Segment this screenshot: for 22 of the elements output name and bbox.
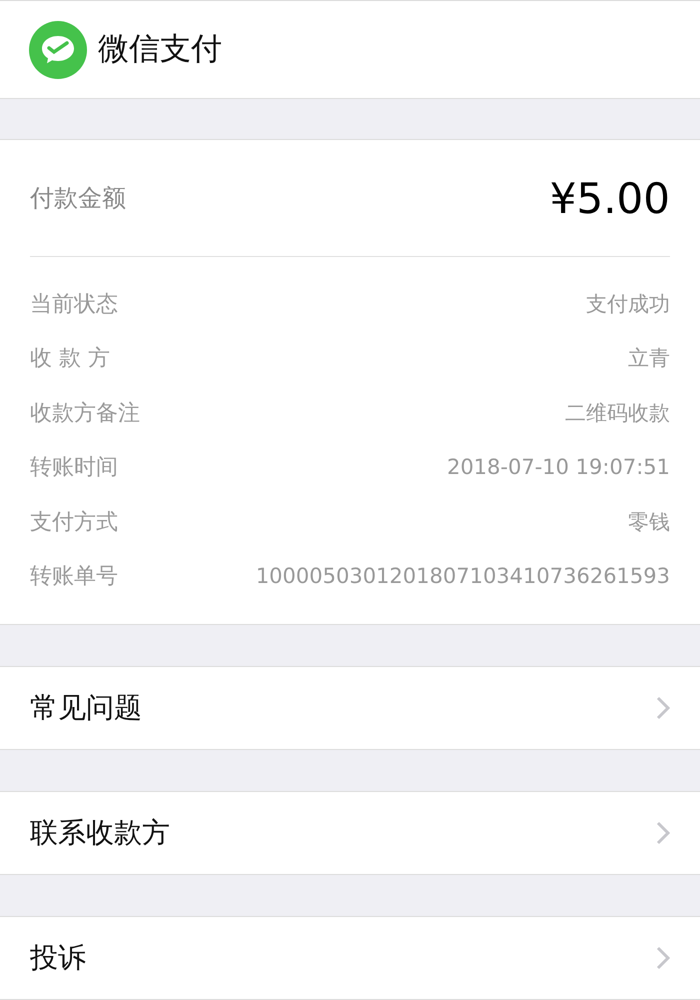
detail-label: 转账时间 <box>30 454 118 482</box>
detail-label: 收款方备注 <box>30 400 140 428</box>
detail-label: 支付方式 <box>30 508 118 537</box>
detail-value: 支付成功 <box>586 290 670 318</box>
menu-item[interactable]: 联系收款方 <box>0 791 700 875</box>
menu-item[interactable]: 投诉 <box>0 916 700 1000</box>
detail-label: 收 款 方 <box>30 345 110 374</box>
detail-value: 立青 <box>628 345 670 372</box>
detail-value: 二维码收款 <box>565 400 670 426</box>
detail-value: 1000050301201807103410736261593 <box>256 563 670 590</box>
chevron-right-icon <box>656 696 670 720</box>
detail-label: 转账单号 <box>30 563 118 592</box>
amount-label: 付款金额 <box>30 183 126 214</box>
detail-label: 当前状态 <box>30 290 118 319</box>
menu-item[interactable]: 常见问题 <box>0 666 700 750</box>
wechat-pay-logo-icon <box>28 20 88 80</box>
header-title: 微信支付 <box>98 30 222 70</box>
detail-value: 2018-07-10 19:07:51 <box>446 454 670 481</box>
amount-value: ¥5.00 <box>550 172 670 224</box>
detail-value: 零钱 <box>628 508 670 536</box>
chevron-right-icon <box>656 821 670 845</box>
chevron-right-icon <box>656 946 670 970</box>
